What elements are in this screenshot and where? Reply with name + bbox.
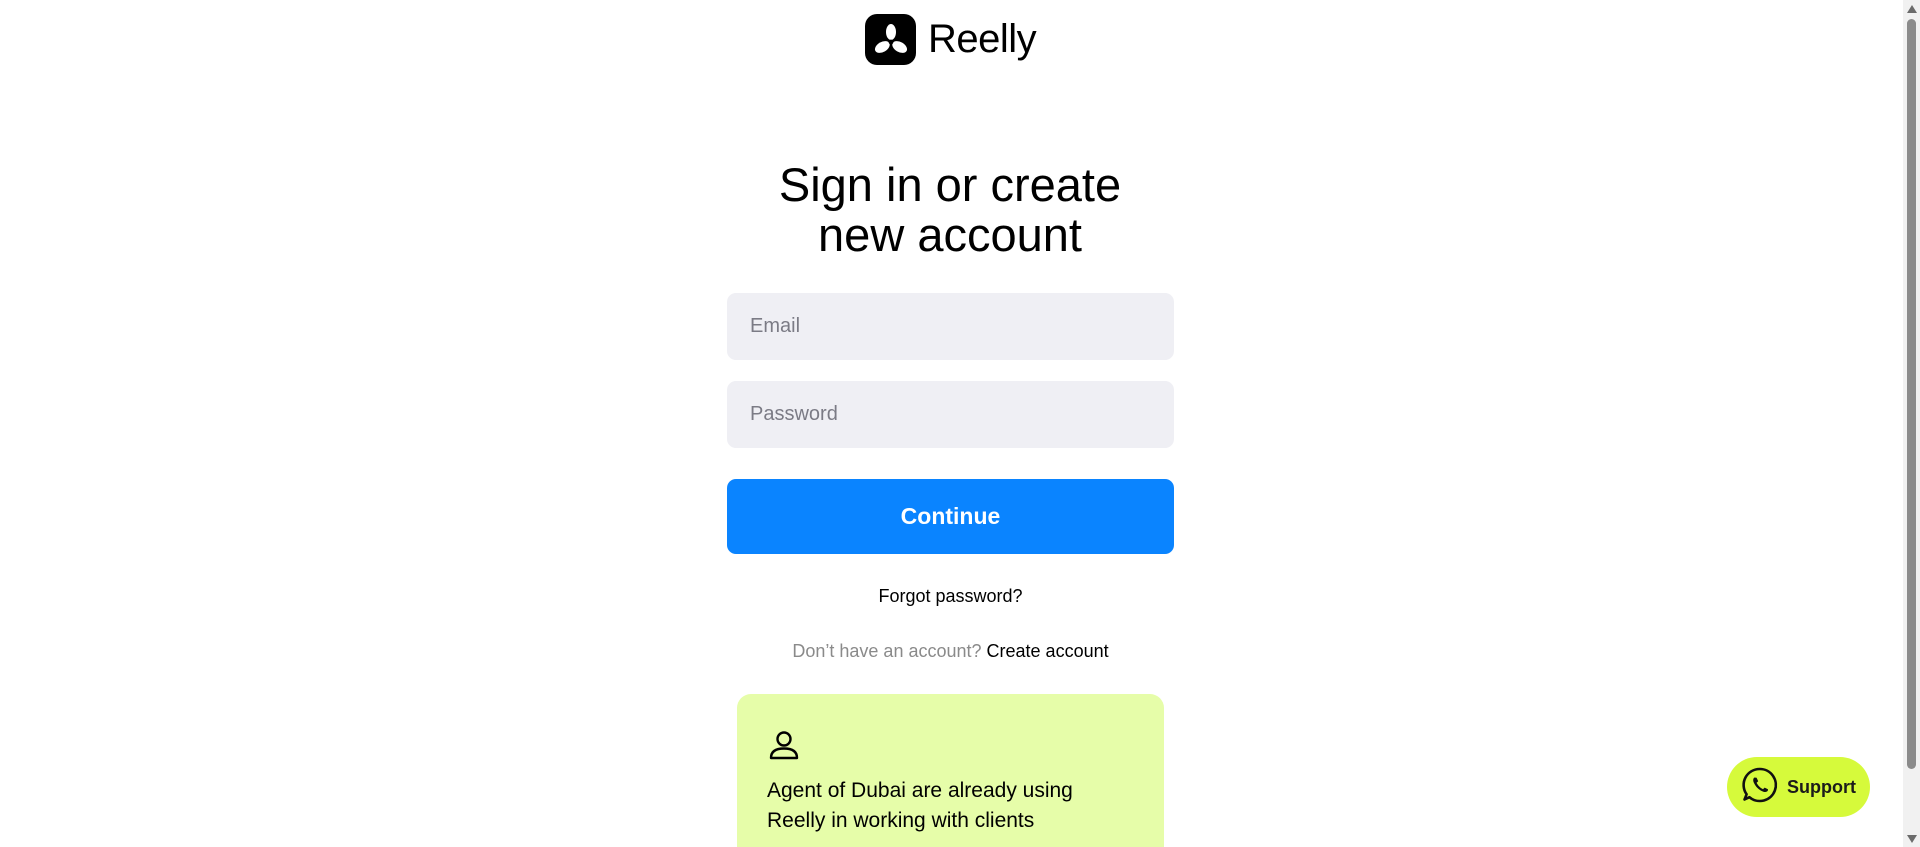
info-card: Agent of Dubai are already using Reelly …: [737, 694, 1164, 847]
brand-logo[interactable]: Reelly: [865, 14, 1037, 65]
scrollbar-thumb[interactable]: [1907, 19, 1916, 769]
scroll-down-arrow-icon[interactable]: [1903, 830, 1920, 847]
logo-icon: [865, 14, 916, 65]
signup-hint: Don’t have an account?: [792, 641, 982, 661]
whatsapp-icon: [1741, 766, 1779, 809]
sign-in-page: Reelly Sign in or create new account Con…: [0, 0, 1920, 847]
scroll-up-arrow-icon[interactable]: [1903, 0, 1920, 17]
support-label: Support: [1787, 776, 1856, 797]
create-account-link[interactable]: Create account: [987, 641, 1109, 661]
continue-button[interactable]: Continue: [727, 479, 1174, 554]
forgot-password-link[interactable]: Forgot password?: [727, 586, 1174, 607]
email-field[interactable]: [727, 293, 1174, 360]
page-title-line-2: new account: [818, 208, 1082, 261]
support-button[interactable]: Support: [1727, 757, 1870, 817]
brand-name: Reelly: [928, 17, 1037, 61]
page-scrollbar[interactable]: [1903, 0, 1920, 847]
password-field[interactable]: [727, 381, 1174, 448]
page-title: Sign in or create new account: [660, 160, 1240, 260]
page-title-line-1: Sign in or create: [778, 158, 1122, 211]
info-card-text: Agent of Dubai are already using Reelly …: [767, 779, 1073, 832]
user-icon: [767, 728, 1134, 762]
signup-row: Don’t have an account? Create account: [727, 641, 1174, 662]
